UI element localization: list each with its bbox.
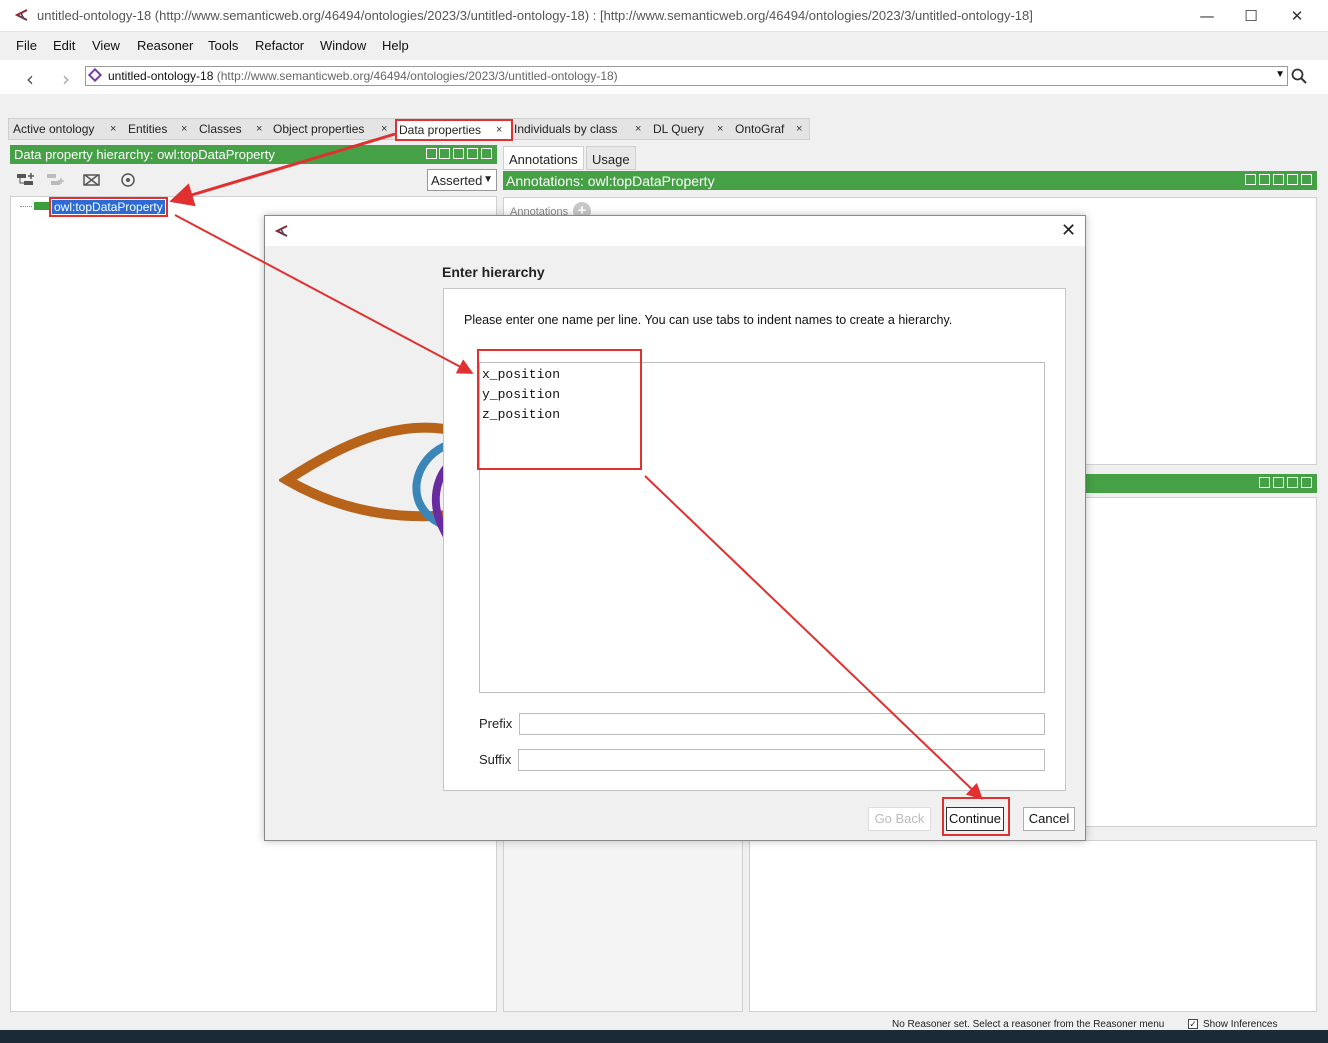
find-target-icon[interactable]	[120, 172, 136, 188]
search-icon[interactable]	[1291, 68, 1307, 84]
close-view-icon[interactable]	[1301, 477, 1312, 488]
dialog-instruction: Please enter one name per line. You can …	[464, 313, 953, 327]
close-window-button[interactable]: ✕	[1274, 4, 1320, 28]
cancel-button[interactable]: Cancel	[1023, 807, 1075, 831]
tab-object-properties[interactable]: Object properties	[273, 122, 364, 136]
right-pane-tabs: Annotations Usage	[503, 146, 643, 170]
window-title: untitled-ontology-18 (http://www.semanti…	[37, 8, 1033, 23]
tab-close-icon[interactable]: ×	[635, 123, 641, 135]
split-icon[interactable]	[1259, 174, 1270, 185]
add-sibling-property-icon[interactable]	[46, 172, 66, 188]
minimize-view-icon[interactable]	[1273, 174, 1284, 185]
tab-close-icon[interactable]: ×	[256, 123, 262, 135]
tab-close-icon[interactable]: ×	[110, 123, 116, 135]
minimize-button[interactable]: —	[1184, 4, 1230, 28]
data-property-hierarchy-header: Data property hierarchy: owl:topDataProp…	[10, 145, 497, 164]
window-titlebar: untitled-ontology-18 (http://www.semanti…	[0, 0, 1328, 32]
suffix-label: Suffix	[479, 752, 512, 767]
ontology-address-field[interactable]: untitled-ontology-18 (http://www.semanti…	[85, 66, 1288, 86]
maximize-view-icon[interactable]	[467, 148, 478, 159]
maximize-button[interactable]: ☐	[1228, 4, 1274, 28]
tab-close-icon[interactable]: ×	[381, 123, 387, 135]
show-inferences-label: Show Inferences	[1203, 1019, 1278, 1030]
dialog-close-icon[interactable]: ✕	[1061, 220, 1076, 241]
dialog-heading: Enter hierarchy	[442, 264, 545, 280]
description-panel	[1085, 497, 1317, 827]
go-back-button[interactable]: Go Back	[868, 807, 931, 831]
menu-file[interactable]: File	[16, 38, 37, 53]
ontology-name: untitled-ontology-18	[108, 69, 214, 83]
tab-data-properties[interactable]: Data properties ×	[395, 119, 513, 141]
dropdown-arrow-icon[interactable]: ▼	[1275, 69, 1285, 80]
tab-usage[interactable]: Usage	[586, 146, 636, 170]
address-bar-row: ‹ › untitled-ontology-18 (http://www.sem…	[0, 60, 1328, 94]
dialog-titlebar: ✕	[265, 216, 1085, 246]
reasoner-status: No Reasoner set. Select a reasoner from …	[892, 1019, 1165, 1030]
asserted-inferred-select[interactable]: Asserted ▼	[427, 169, 497, 191]
protege-icon	[275, 225, 288, 237]
tab-annotations[interactable]: Annotations	[503, 146, 584, 170]
enter-hierarchy-dialog: ✕ Enter hierarchy Please enter one name …	[264, 215, 1086, 841]
usage-panel	[503, 840, 743, 1012]
tab-classes[interactable]: Classes	[199, 122, 242, 136]
tab-close-icon[interactable]: ×	[796, 123, 802, 135]
close-view-icon[interactable]	[481, 148, 492, 159]
status-bar: No Reasoner set. Select a reasoner from …	[0, 1016, 1328, 1030]
tab-active-ontology[interactable]: Active ontology	[13, 122, 94, 136]
ontology-uri: (http://www.semanticweb.org/46494/ontolo…	[216, 69, 618, 83]
minimize-view-icon[interactable]	[1273, 477, 1284, 488]
help-icon[interactable]	[1245, 174, 1256, 185]
tab-close-icon[interactable]: ×	[717, 123, 723, 135]
tab-ontograf[interactable]: OntoGraf	[735, 122, 784, 136]
asserted-select-value: Asserted	[431, 173, 483, 188]
menu-tools[interactable]: Tools	[208, 38, 238, 53]
details-panel	[749, 840, 1317, 1012]
os-taskbar	[0, 1030, 1328, 1043]
tree-node-top-data-property[interactable]: owl:topDataProperty	[49, 197, 168, 217]
ontology-label: untitled-ontology-18 (http://www.semanti…	[108, 69, 618, 83]
protege-icon	[15, 9, 28, 21]
menu-window[interactable]: Window	[320, 38, 366, 53]
menu-reasoner[interactable]: Reasoner	[137, 38, 193, 53]
chevron-left-icon[interactable]: ‹	[26, 67, 34, 91]
menu-refactor[interactable]: Refactor	[255, 38, 304, 53]
prefix-label: Prefix	[479, 716, 513, 731]
split-icon[interactable]	[439, 148, 450, 159]
menu-view[interactable]: View	[92, 38, 120, 53]
help-icon[interactable]	[426, 148, 437, 159]
prefix-input[interactable]	[519, 713, 1045, 735]
names-highlight-box	[477, 349, 642, 470]
minimize-view-icon[interactable]	[453, 148, 464, 159]
menu-help[interactable]: Help	[382, 38, 409, 53]
tab-individuals-by-class[interactable]: Individuals by class	[514, 122, 617, 136]
left-pane-title: Data property hierarchy: owl:topDataProp…	[14, 147, 275, 162]
maximize-view-icon[interactable]	[1287, 477, 1298, 488]
description-header	[1085, 474, 1317, 493]
chevron-right-icon[interactable]: ›	[62, 67, 70, 91]
close-view-icon[interactable]	[1301, 174, 1312, 185]
show-inferences-checkbox[interactable]: ✓	[1188, 1019, 1198, 1029]
annotations-header: Annotations: owl:topDataProperty	[503, 171, 1317, 190]
continue-button[interactable]: Continue	[946, 807, 1004, 831]
data-property-icon	[34, 202, 50, 210]
right-pane-title: Annotations: owl:topDataProperty	[506, 173, 715, 189]
ontology-icon	[87, 67, 103, 83]
menu-bar: File Edit View Reasoner Tools Refactor W…	[0, 34, 1328, 58]
suffix-input[interactable]	[518, 749, 1045, 771]
split-icon[interactable]	[1259, 477, 1270, 488]
dialog-content-panel: Please enter one name per line. You can …	[443, 288, 1066, 791]
tree-connector	[20, 206, 32, 207]
tab-close-icon[interactable]: ×	[181, 123, 187, 135]
tab-close-icon[interactable]: ×	[496, 124, 502, 136]
maximize-view-icon[interactable]	[1287, 174, 1298, 185]
tab-entities[interactable]: Entities	[128, 122, 167, 136]
menu-edit[interactable]: Edit	[53, 38, 75, 53]
tab-dl-query[interactable]: DL Query	[653, 122, 704, 136]
hierarchy-toolbar	[10, 166, 497, 196]
chevron-down-icon: ▼	[483, 174, 493, 185]
add-subproperty-icon[interactable]	[16, 172, 36, 188]
delete-property-icon[interactable]	[82, 172, 102, 188]
tab-data-properties-label: Data properties	[399, 123, 482, 137]
